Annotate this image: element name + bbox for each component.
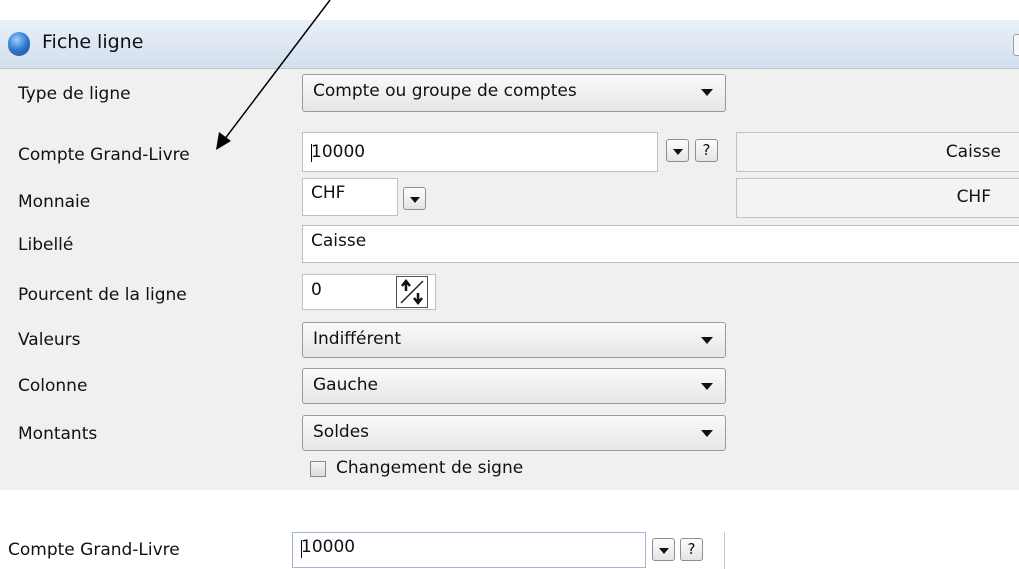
title-bar: Fiche ligne (0, 20, 1019, 69)
type-ligne-value: Compte ou groupe de comptes (313, 81, 577, 101)
compte-dropdown-button[interactable] (666, 139, 689, 162)
montants-label: Montants (18, 424, 98, 444)
monnaie-description-value: CHF (956, 187, 991, 207)
compte-input[interactable]: 10000 (302, 132, 658, 172)
zoom-divider (724, 532, 725, 569)
chevron-down-icon (659, 548, 669, 554)
libelle-label: Libellé (18, 235, 74, 255)
compte-description: Caisse (736, 132, 1019, 172)
zoom-compte-dropdown-button[interactable] (652, 538, 675, 561)
changement-signe-label: Changement de signe (336, 458, 524, 478)
colonne-select[interactable]: Gauche (302, 368, 726, 404)
type-ligne-label: Type de ligne (18, 84, 131, 104)
fiche-ligne-window: Fiche ligne Type de ligne Compte ou grou… (0, 20, 1019, 490)
compte-value: 10000 (311, 142, 366, 162)
app-globe-icon (8, 32, 30, 54)
compte-description-value: Caisse (945, 142, 1001, 162)
chevron-down-icon (701, 383, 713, 390)
window-title: Fiche ligne (42, 31, 144, 53)
compte-label: Compte Grand-Livre (18, 145, 190, 165)
text-caret (311, 144, 312, 162)
libelle-input[interactable]: Caisse (302, 225, 1019, 263)
pourcent-value: 0 (311, 280, 322, 300)
chevron-down-icon (673, 149, 683, 155)
type-ligne-select[interactable]: Compte ou groupe de comptes (302, 74, 726, 112)
zoom-compte-help-button[interactable]: ? (680, 538, 703, 561)
montants-value: Soldes (313, 422, 370, 442)
zoom-compte-value: 10000 (301, 537, 356, 557)
valeurs-label: Valeurs (18, 330, 81, 350)
text-caret (301, 540, 302, 558)
valeurs-select[interactable]: Indifférent (302, 322, 726, 358)
zoom-compte-input[interactable]: 10000 (292, 532, 646, 568)
zoom-compte-label: Compte Grand-Livre (8, 540, 180, 560)
monnaie-description: CHF (736, 178, 1019, 218)
monnaie-label: Monnaie (18, 192, 91, 212)
colonne-label: Colonne (18, 376, 88, 396)
spinner-icon (400, 278, 424, 306)
chevron-down-icon (701, 337, 713, 344)
changement-signe-checkbox[interactable] (310, 461, 326, 477)
valeurs-value: Indifférent (313, 329, 401, 349)
monnaie-input[interactable]: CHF (302, 178, 398, 216)
help-icon: ? (702, 141, 711, 159)
libelle-value: Caisse (311, 231, 367, 251)
compte-help-button[interactable]: ? (695, 139, 718, 162)
pourcent-label: Pourcent de la ligne (18, 285, 187, 305)
spinner-button[interactable] (396, 276, 428, 308)
colonne-value: Gauche (313, 375, 378, 395)
monnaie-value: CHF (311, 183, 346, 203)
title-bar-button[interactable] (1013, 34, 1019, 56)
montants-select[interactable]: Soldes (302, 415, 726, 451)
chevron-down-icon (410, 197, 420, 203)
help-icon: ? (687, 540, 696, 558)
monnaie-dropdown-button[interactable] (403, 187, 426, 210)
chevron-down-icon (701, 89, 713, 96)
chevron-down-icon (701, 430, 713, 437)
